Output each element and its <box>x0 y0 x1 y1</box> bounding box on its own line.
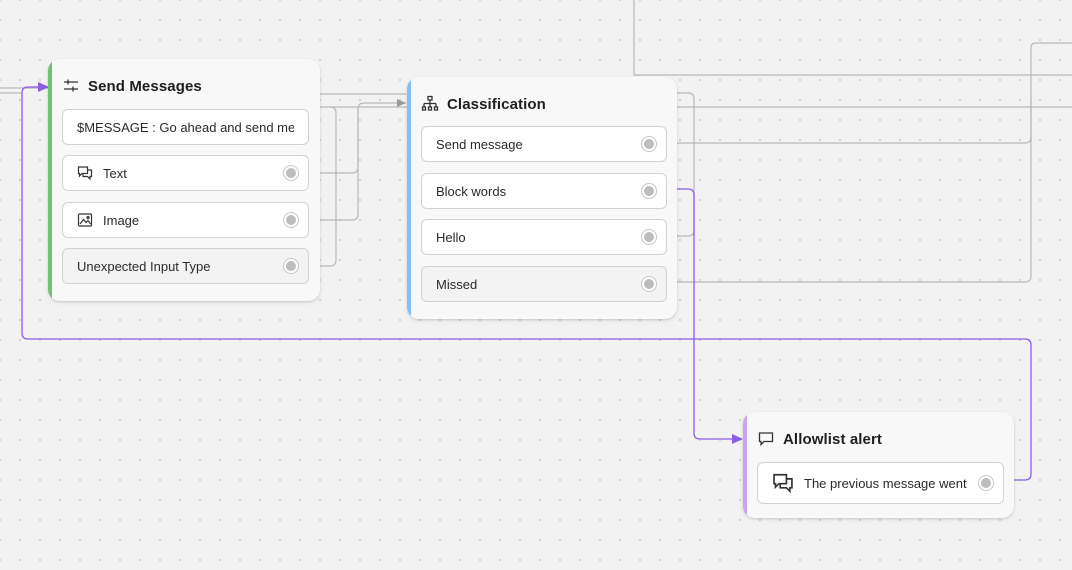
sliders-icon <box>64 79 78 92</box>
node-accent-bar <box>407 77 411 319</box>
chat-bubbles-icon <box>77 166 93 181</box>
chat-bubbles-icon <box>773 473 793 494</box>
input-type-image[interactable]: Image <box>62 202 309 238</box>
class-send-message[interactable]: Send message <box>421 126 667 162</box>
image-icon <box>77 213 93 227</box>
output-port[interactable] <box>286 168 296 178</box>
class-block-words[interactable]: Block words <box>421 173 667 209</box>
output-port[interactable] <box>644 232 654 242</box>
class-missed[interactable]: Missed <box>421 266 667 302</box>
output-port[interactable] <box>981 478 991 488</box>
edge-missed-out <box>667 100 1032 283</box>
node-accent-bar <box>48 59 52 301</box>
allowlist-alert-node[interactable]: Allowlist alert The previous message wen… <box>743 412 1014 518</box>
edge-block-words-to-alert <box>667 188 743 444</box>
class-hello[interactable]: Hello <box>421 219 667 255</box>
node-header: Classification <box>421 95 546 113</box>
output-port[interactable] <box>644 139 654 149</box>
node-title: Classification <box>447 95 546 113</box>
edge-top-loop <box>633 0 1072 76</box>
hierarchy-icon <box>421 95 439 111</box>
node-title: Allowlist alert <box>783 430 883 448</box>
message-field[interactable]: $MESSAGE : Go ahead and send me the <box>62 109 309 145</box>
classification-node[interactable]: Classification Send message Block words … <box>407 77 677 319</box>
node-header: Allowlist alert <box>757 430 882 448</box>
chat-bubble-icon <box>758 432 774 447</box>
input-type-unexpected[interactable]: Unexpected Input Type <box>62 248 309 284</box>
node-title: Send Messages <box>88 77 202 95</box>
send-messages-node[interactable]: Send Messages $MESSAGE : Go ahead and se… <box>48 59 320 301</box>
edge-top-right <box>1030 42 1072 142</box>
alert-message[interactable]: The previous message went <box>757 462 1004 504</box>
output-port[interactable] <box>286 215 296 225</box>
edge-text-out <box>310 99 406 174</box>
input-type-text[interactable]: Text <box>62 155 309 191</box>
output-port[interactable] <box>286 261 296 271</box>
node-accent-bar <box>743 412 747 518</box>
output-port[interactable] <box>644 186 654 196</box>
output-port[interactable] <box>644 279 654 289</box>
node-header: Send Messages <box>62 77 202 95</box>
edge-send-message-out <box>667 136 1032 144</box>
